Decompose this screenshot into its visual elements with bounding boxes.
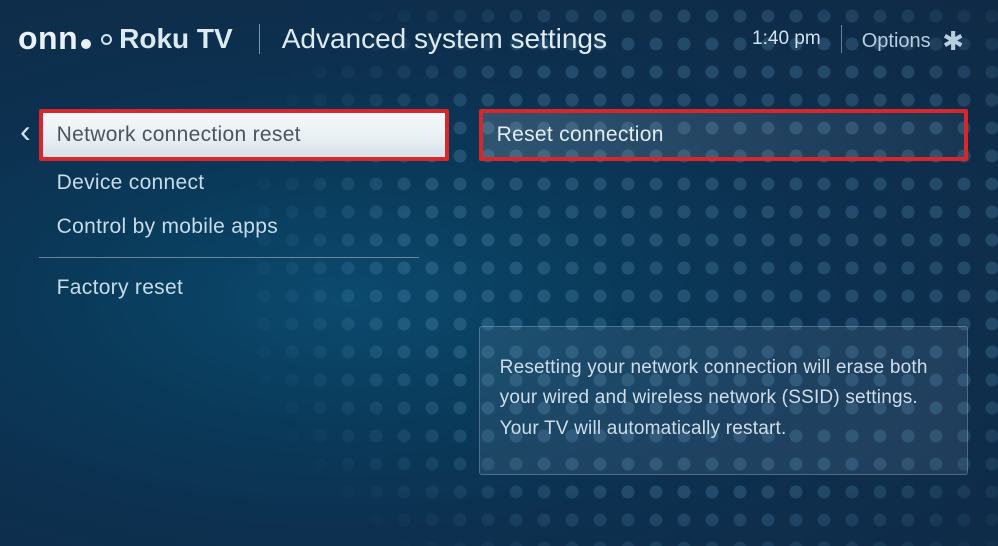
- content-area: ‹ Network connection reset Device connec…: [0, 79, 998, 475]
- menu-item-network-connection-reset[interactable]: Network connection reset: [39, 109, 449, 161]
- options-button[interactable]: Options ✱: [862, 23, 964, 54]
- clock: 1:40 pm: [752, 28, 821, 50]
- asterisk-icon: ✱: [942, 26, 964, 56]
- menu-divider: [39, 257, 419, 258]
- menu-item-control-by-mobile-apps[interactable]: Control by mobile apps: [39, 205, 449, 249]
- back-chevron-icon[interactable]: ‹: [20, 113, 31, 475]
- header-bar: onn Roku TV Advanced system settings 1:4…: [0, 0, 998, 79]
- header-separator: [259, 24, 260, 54]
- brand-onn-logo: onn: [18, 20, 101, 57]
- settings-menu: Network connection reset Device connect …: [39, 109, 449, 475]
- menu-item-factory-reset[interactable]: Factory reset: [39, 266, 449, 310]
- brand-roku-logo: Roku TV: [119, 23, 233, 55]
- submenu-reset-connection[interactable]: Reset connection: [479, 109, 968, 161]
- page-title: Advanced system settings: [282, 23, 752, 55]
- detail-column: Reset connection Resetting your network …: [479, 109, 968, 475]
- header-separator-2: [841, 25, 842, 53]
- menu-item-device-connect[interactable]: Device connect: [39, 161, 449, 205]
- brand-circle-icon: [101, 34, 112, 45]
- info-description: Resetting your network connection will e…: [479, 326, 968, 475]
